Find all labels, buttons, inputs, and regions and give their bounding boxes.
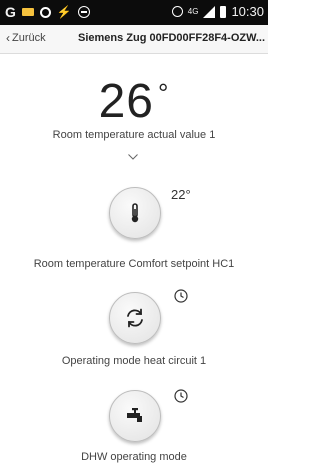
chat-icon bbox=[39, 6, 51, 18]
room-temperature-value: 26 bbox=[98, 75, 154, 128]
status-time: 10:30 bbox=[231, 4, 264, 19]
comfort-setpoint-value: 22° bbox=[171, 187, 191, 202]
google-icon: G bbox=[5, 4, 16, 20]
room-temperature-unit: ° bbox=[157, 78, 170, 108]
nav-bar: ‹ Zurück Siemens Zug 00FD00FF28F4-OZW... bbox=[0, 25, 268, 54]
flash-icon: ⚡ bbox=[56, 5, 72, 19]
chevron-down-icon[interactable] bbox=[128, 154, 138, 160]
dhw-mode-button[interactable] bbox=[109, 390, 161, 442]
comfort-setpoint-label: Room temperature Comfort setpoint HC1 bbox=[33, 258, 235, 270]
status-bar: G ⚡ 4G 10:30 bbox=[0, 0, 268, 25]
back-label: Zurück bbox=[12, 32, 46, 44]
back-button[interactable]: ‹ Zurück bbox=[6, 32, 46, 44]
battery-icon bbox=[220, 5, 227, 18]
operating-mode-button[interactable] bbox=[109, 292, 161, 344]
chevron-left-icon: ‹ bbox=[6, 31, 10, 45]
main-content: 26 ° Room temperature actual value 1 22° … bbox=[0, 54, 268, 470]
dnd-icon bbox=[77, 6, 90, 18]
room-temperature-readout[interactable]: 26 ° bbox=[0, 76, 268, 128]
faucet-icon bbox=[127, 408, 142, 422]
refresh-icon bbox=[127, 308, 143, 328]
thermometer-icon bbox=[131, 203, 139, 223]
network-type: 4G bbox=[187, 6, 199, 16]
clock-icon bbox=[174, 289, 188, 303]
dhw-mode-label: DHW operating mode bbox=[81, 451, 187, 463]
room-temperature-label: Room temperature actual value 1 bbox=[52, 129, 216, 141]
clock-icon bbox=[174, 389, 188, 403]
alarm-icon bbox=[171, 6, 183, 17]
operating-mode-label: Operating mode heat circuit 1 bbox=[61, 355, 207, 367]
page-title: Siemens Zug 00FD00FF28F4-OZW... bbox=[78, 32, 266, 44]
mail-icon bbox=[21, 8, 34, 16]
signal-icon bbox=[203, 5, 216, 18]
comfort-setpoint-button[interactable] bbox=[109, 187, 161, 239]
